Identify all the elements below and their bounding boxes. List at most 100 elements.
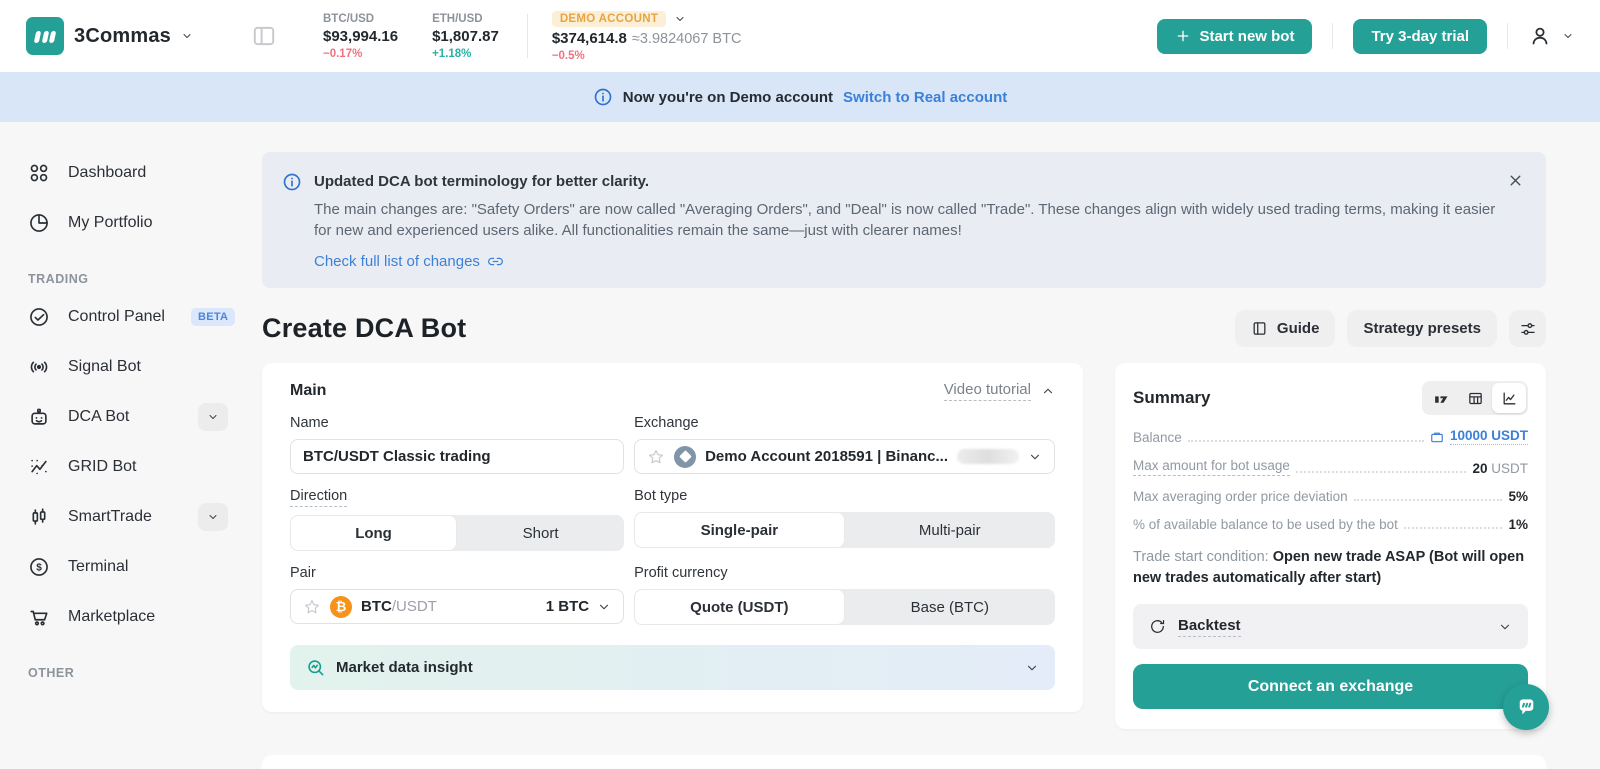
tradingview-icon bbox=[1433, 390, 1450, 407]
sidebar-item-my-portfolio[interactable]: My Portfolio bbox=[28, 198, 262, 248]
table-icon bbox=[1467, 390, 1484, 407]
pair-amount: 1 BTC bbox=[546, 598, 589, 615]
ticker-change: −0.17% bbox=[323, 48, 398, 60]
sidebar-item-grid-bot[interactable]: GRID Bot bbox=[28, 442, 262, 492]
star-icon[interactable] bbox=[303, 598, 321, 616]
pair-label: Pair bbox=[290, 565, 316, 581]
sidebar-item-terminal[interactable]: $ Terminal bbox=[28, 542, 262, 592]
notice-title: Updated DCA bot terminology for better c… bbox=[314, 172, 649, 192]
chevron-down-icon bbox=[597, 600, 611, 614]
profit-currency-option-base[interactable]: Base (BTC) bbox=[845, 589, 1055, 625]
start-new-bot-button[interactable]: Start new bot bbox=[1157, 19, 1312, 54]
profit-currency-label: Profit currency bbox=[634, 565, 727, 581]
strategy-presets-label: Strategy presets bbox=[1363, 320, 1481, 337]
sidebar-collapse-button[interactable] bbox=[251, 23, 277, 49]
sidebar-item-smarttrade[interactable]: SmartTrade bbox=[28, 492, 262, 542]
beta-badge: BETA bbox=[191, 308, 235, 326]
exchange-field: Exchange Demo Account 2018591 | Binanc..… bbox=[634, 401, 1055, 474]
chevron-down-icon bbox=[207, 411, 219, 423]
account-balance-btc: ≈3.9824067 BTC bbox=[632, 31, 742, 47]
video-tutorial-link[interactable]: Video tutorial bbox=[944, 381, 1055, 401]
plus-icon bbox=[1175, 28, 1191, 44]
chevron-down-icon[interactable] bbox=[674, 13, 686, 25]
sidebar-section-other: OTHER bbox=[28, 666, 262, 680]
bot-type-option-single[interactable]: Single-pair bbox=[634, 512, 844, 548]
guide-button[interactable]: Guide bbox=[1235, 310, 1336, 347]
direction-option-short[interactable]: Short bbox=[457, 515, 624, 551]
chart-view-button[interactable] bbox=[1492, 383, 1526, 413]
tradingview-view-button[interactable] bbox=[1424, 383, 1458, 413]
check-changes-link[interactable]: Check full list of changes bbox=[314, 253, 1520, 270]
brand-menu[interactable]: 3Commas bbox=[26, 17, 193, 55]
bot-type-option-multi[interactable]: Multi-pair bbox=[845, 512, 1055, 548]
summary-row-balance-percent: % of available balance to be used by the… bbox=[1133, 517, 1528, 532]
notice-close-button[interactable] bbox=[1507, 172, 1524, 194]
direction-option-long[interactable]: Long bbox=[290, 515, 457, 551]
market-insight-label: Market data insight bbox=[336, 659, 473, 676]
terminal-coin-icon: $ bbox=[28, 556, 50, 578]
ticker-btcusd[interactable]: BTC/USD $93,994.16 −0.17% bbox=[323, 13, 398, 60]
backtest-refresh-icon bbox=[1149, 618, 1166, 635]
pair-field: Pair ₿ BTC/USDT 1 BTC bbox=[290, 551, 624, 625]
signal-bot-icon bbox=[28, 356, 50, 378]
summary-title: Summary bbox=[1133, 388, 1210, 408]
main-content: Updated DCA bot terminology for better c… bbox=[262, 122, 1600, 750]
star-icon[interactable] bbox=[647, 448, 665, 466]
main-settings-card: Main Video tutorial Name Exchange bbox=[262, 363, 1083, 712]
sliders-icon bbox=[1519, 320, 1537, 338]
summary-row-max-amount: Max amount for bot usage 20 USDT bbox=[1133, 458, 1528, 476]
balance-link[interactable]: 10000 USDT bbox=[1430, 428, 1528, 445]
switch-real-account-link[interactable]: Switch to Real account bbox=[843, 89, 1007, 106]
dca-bot-expander[interactable] bbox=[198, 403, 228, 431]
sidebar-item-dashboard[interactable]: Dashboard bbox=[28, 148, 262, 198]
support-chat-button[interactable] bbox=[1503, 684, 1549, 730]
sidebar: Dashboard My Portfolio TRADING Control P… bbox=[0, 122, 262, 750]
hidden-balance-blur bbox=[957, 449, 1019, 464]
divider bbox=[527, 14, 528, 58]
close-icon bbox=[1507, 172, 1524, 189]
sidebar-item-dca-bot[interactable]: DCA Bot bbox=[28, 392, 262, 442]
exchange-label: Exchange bbox=[634, 415, 699, 431]
bot-type-segmented: Single-pair Multi-pair bbox=[634, 512, 1055, 548]
ticker-ethusd[interactable]: ETH/USD $1,807.87 +1.18% bbox=[432, 13, 499, 60]
dashboard-icon bbox=[28, 162, 50, 184]
market-data-insight-toggle[interactable]: Market data insight bbox=[290, 645, 1055, 690]
account-change: −0.5% bbox=[552, 50, 742, 62]
control-panel-check-icon bbox=[28, 306, 50, 328]
chevron-down-icon bbox=[1562, 30, 1574, 42]
profit-currency-segmented: Quote (USDT) Base (BTC) bbox=[634, 589, 1055, 625]
demo-account-badge: DEMO ACCOUNT bbox=[552, 11, 666, 27]
brand-name: 3Commas bbox=[74, 25, 171, 48]
chevron-down-icon bbox=[1028, 450, 1042, 464]
trade-start-condition: Trade start condition: Open new trade AS… bbox=[1133, 547, 1528, 589]
user-menu[interactable] bbox=[1528, 24, 1574, 48]
chat-bubble-icon bbox=[1514, 695, 1539, 720]
exchange-select[interactable]: Demo Account 2018591 | Binanc... bbox=[634, 439, 1055, 474]
connect-exchange-button[interactable]: Connect an exchange bbox=[1133, 664, 1528, 709]
link-icon bbox=[488, 254, 503, 269]
table-view-button[interactable] bbox=[1458, 383, 1492, 413]
svg-text:$: $ bbox=[36, 563, 42, 574]
try-trial-label: Try 3-day trial bbox=[1371, 28, 1469, 45]
marketplace-cart-icon bbox=[28, 606, 50, 628]
smarttrade-expander[interactable] bbox=[198, 503, 228, 531]
banner-text: Now you're on Demo account bbox=[623, 89, 833, 106]
summary-view-switcher bbox=[1422, 381, 1528, 415]
try-trial-button[interactable]: Try 3-day trial bbox=[1353, 19, 1487, 54]
pair-select[interactable]: ₿ BTC/USDT 1 BTC bbox=[290, 589, 624, 624]
strategy-presets-button[interactable]: Strategy presets bbox=[1347, 310, 1497, 347]
exchange-account-icon bbox=[674, 446, 696, 468]
backtest-toggle[interactable]: Backtest bbox=[1133, 604, 1528, 649]
bot-name-input[interactable] bbox=[290, 439, 624, 474]
sidebar-item-control-panel[interactable]: Control Panel BETA bbox=[28, 292, 262, 342]
profit-currency-option-quote[interactable]: Quote (USDT) bbox=[634, 589, 844, 625]
info-icon bbox=[593, 87, 613, 107]
notice-body: The main changes are: "Safety Orders" ar… bbox=[314, 199, 1504, 241]
summary-row-balance: Balance 10000 USDT bbox=[1133, 428, 1528, 445]
summary-row-max-deviation: Max averaging order price deviation 5% bbox=[1133, 489, 1528, 504]
form-settings-button[interactable] bbox=[1509, 310, 1546, 347]
sidebar-item-marketplace[interactable]: Marketplace bbox=[28, 592, 262, 642]
sidebar-item-signal-bot[interactable]: Signal Bot bbox=[28, 342, 262, 392]
start-new-bot-label: Start new bot bbox=[1199, 28, 1294, 45]
name-field: Name bbox=[290, 401, 624, 474]
